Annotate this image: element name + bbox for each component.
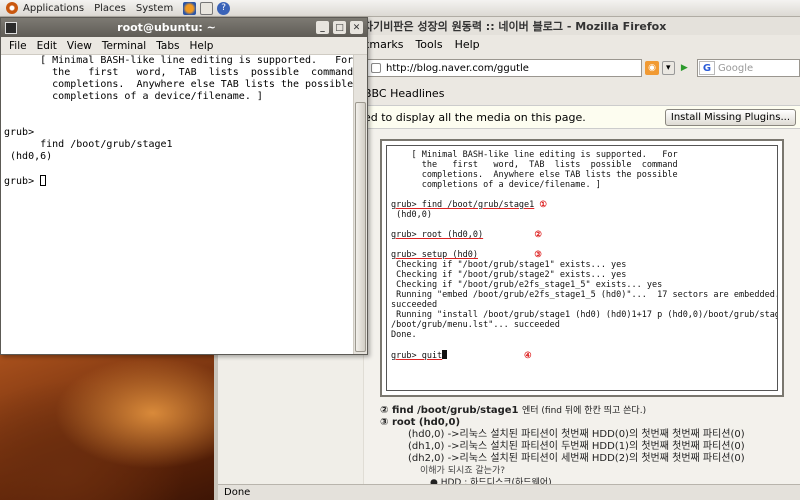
mail-launcher-icon[interactable] [200,1,214,15]
terminal-menu-view[interactable]: View [67,40,92,52]
search-placeholder: Google [717,62,754,74]
search-input[interactable]: G Google [696,59,800,77]
article-note: 이해가 되시죠 갈는가? [420,466,506,476]
go-button-icon[interactable]: ▶ [678,61,691,75]
url-bar[interactable]: http://blog.naver.com/ggutle [366,59,643,77]
article-item: (dh2,0) ->리눅스 설치된 파티션이 세번째 HDD(2)의 첫번째 첫… [408,453,745,464]
terminal-menubar: File Edit View Terminal Tabs Help [1,37,367,55]
terminal-menu-file[interactable]: File [9,40,27,52]
grub-cursor [442,350,448,359]
mark-3: ③ [534,250,542,260]
bookmark-bbc-headlines[interactable]: BBC Headlines [364,87,444,100]
plugin-notification-bar: ed to display all the media on this page… [358,105,800,129]
firefox-launcher-icon[interactable] [183,1,197,15]
scrollbar-thumb[interactable] [355,102,366,352]
terminal-menu-terminal[interactable]: Terminal [102,40,146,52]
terminal-scrollbar[interactable] [353,55,367,354]
favicon-icon [371,63,381,73]
notification-text: ed to display all the media on this page… [364,110,586,124]
minimize-icon[interactable]: _ [316,21,329,34]
menu-bookmarks[interactable]: kmarks [363,38,403,51]
terminal-titlebar[interactable]: root@ubuntu: ~ _ □ ✕ [1,18,367,37]
rss-feed-icon[interactable]: ◉ [645,61,659,75]
dropdown-chevron-icon[interactable]: ▾ [661,61,675,75]
terminal-menu-tabs[interactable]: Tabs [156,40,179,52]
menu-tools[interactable]: Tools [415,38,442,51]
article-item: (dh1,0) ->리눅스 설치된 파티션이 두번째 HDD(1)의 첫번째 첫… [408,441,745,452]
menu-help[interactable]: Help [455,38,480,51]
terminal-menu-help[interactable]: Help [189,40,213,52]
google-engine-icon[interactable]: G [698,61,715,75]
maximize-icon[interactable]: □ [333,21,346,34]
terminal-title: root@ubuntu: ~ [117,21,216,34]
help-launcher-icon[interactable]: ? [217,1,231,15]
grub-screenshot-text: [ Minimal BASH-like line editing is supp… [386,145,778,391]
top-panel: Applications Places System ? [0,0,800,17]
article-step-2: ③ root (hd0,0) [380,417,461,428]
places-menu[interactable]: Places [94,3,126,14]
article-step-1: ② find /boot/grub/stage1 엔터 (find 뒤에 한칸 … [380,405,647,416]
close-icon[interactable]: ✕ [350,21,363,34]
article-item: (hd0,0) ->리눅스 설치된 파티션이 첫번째 HDD(0)의 첫번째 첫… [408,429,745,440]
mark-2: ② [534,230,542,240]
install-plugins-button[interactable]: Install Missing Plugins... [664,108,796,126]
blog-article: ② find /boot/grub/stage1 엔터 (find 뒤에 한칸 … [380,405,790,489]
applications-menu[interactable]: Applications [23,3,84,14]
ubuntu-logo-icon[interactable] [6,2,18,14]
terminal-screen[interactable]: [ Minimal BASH-like line editing is supp… [1,55,353,354]
system-menu[interactable]: System [136,3,173,14]
mark-4: ④ [523,351,532,361]
url-text: http://blog.naver.com/ggutle [386,62,529,74]
status-bar: Done [218,484,800,500]
terminal-menu-edit[interactable]: Edit [37,40,57,52]
grub-screenshot-image: [ Minimal BASH-like line editing is supp… [380,139,784,397]
mark-1: ① [539,200,548,210]
terminal-window: root@ubuntu: ~ _ □ ✕ File Edit View Term… [0,17,368,355]
desktop-wallpaper [0,355,218,500]
terminal-cursor [40,175,47,186]
terminal-app-icon[interactable] [5,21,17,34]
